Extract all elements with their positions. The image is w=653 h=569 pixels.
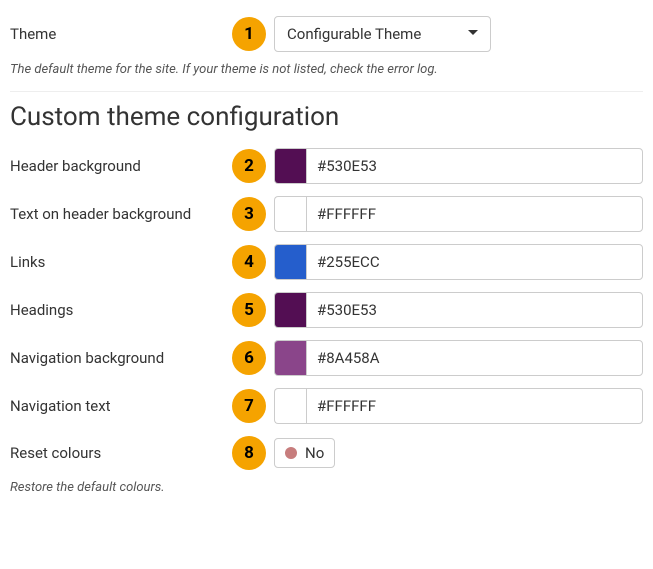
- text-on-header-row: Text on header background 3: [10, 190, 643, 238]
- section-title: Custom theme configuration: [10, 102, 643, 132]
- headings-input[interactable]: [306, 292, 643, 328]
- navigation-background-swatch[interactable]: [274, 340, 306, 376]
- navigation-background-row: Navigation background 6: [10, 334, 643, 382]
- marker-3: 3: [232, 197, 266, 231]
- toggle-dot-icon: [285, 447, 297, 459]
- marker-1: 1: [232, 17, 266, 51]
- reset-colours-label: Reset colours: [10, 444, 232, 462]
- reset-colours-value: No: [305, 444, 324, 462]
- reset-colours-toggle[interactable]: No: [274, 438, 335, 468]
- theme-label: Theme: [10, 25, 232, 43]
- headings-label: Headings: [10, 301, 232, 319]
- text-on-header-input[interactable]: [306, 196, 643, 232]
- marker-6: 6: [232, 341, 266, 375]
- divider: [10, 91, 643, 92]
- navigation-text-row: Navigation text 7: [10, 382, 643, 430]
- navigation-text-swatch[interactable]: [274, 388, 306, 424]
- theme-row: Theme 1 Configurable Theme: [10, 10, 643, 58]
- navigation-background-input[interactable]: [306, 340, 643, 376]
- reset-colours-row: Reset colours 8 No: [10, 430, 643, 476]
- links-row: Links 4: [10, 238, 643, 286]
- theme-select-value: Configurable Theme: [287, 25, 421, 43]
- chevron-down-icon: [468, 30, 478, 35]
- header-background-input[interactable]: [306, 148, 643, 184]
- marker-7: 7: [232, 389, 266, 423]
- marker-5: 5: [232, 293, 266, 327]
- text-on-header-swatch[interactable]: [274, 196, 306, 232]
- marker-8: 8: [232, 436, 266, 470]
- marker-4: 4: [232, 245, 266, 279]
- headings-swatch[interactable]: [274, 292, 306, 328]
- marker-2: 2: [232, 149, 266, 183]
- text-on-header-label: Text on header background: [10, 205, 232, 223]
- theme-help: The default theme for the site. If your …: [10, 58, 643, 91]
- headings-row: Headings 5: [10, 286, 643, 334]
- theme-select[interactable]: Configurable Theme: [274, 16, 491, 52]
- header-background-row: Header background 2: [10, 142, 643, 190]
- navigation-text-label: Navigation text: [10, 397, 232, 415]
- reset-colours-help: Restore the default colours.: [10, 476, 643, 509]
- theme-field: Configurable Theme: [274, 16, 643, 52]
- links-swatch[interactable]: [274, 244, 306, 280]
- header-background-label: Header background: [10, 157, 232, 175]
- links-label: Links: [10, 253, 232, 271]
- navigation-text-input[interactable]: [306, 388, 643, 424]
- header-background-swatch[interactable]: [274, 148, 306, 184]
- links-input[interactable]: [306, 244, 643, 280]
- navigation-background-label: Navigation background: [10, 349, 232, 367]
